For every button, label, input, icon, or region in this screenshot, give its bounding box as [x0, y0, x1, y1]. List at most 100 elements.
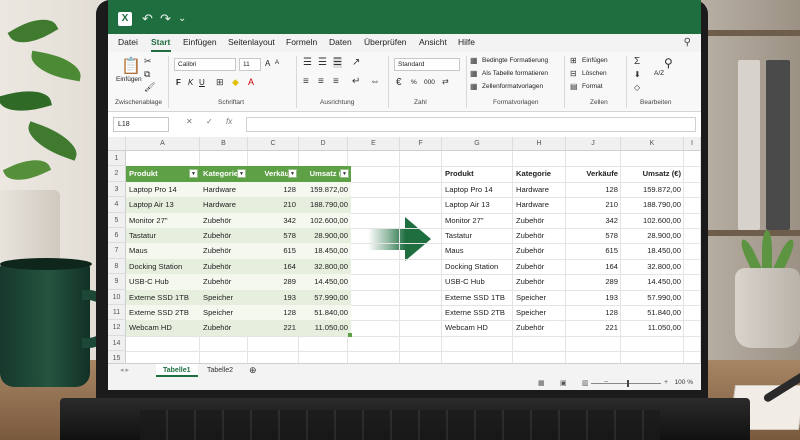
- copied-table-cell[interactable]: Externe SSD 2TB: [442, 305, 513, 320]
- table-cell[interactable]: 28.900,00: [299, 228, 351, 244]
- table-cell[interactable]: 164: [248, 258, 299, 275]
- select-all-corner[interactable]: [108, 137, 126, 151]
- paste-button[interactable]: Einfügen: [116, 76, 142, 83]
- column-header[interactable]: D: [299, 137, 348, 151]
- tab-datei[interactable]: Datei: [118, 37, 138, 47]
- sheet-tab-tabelle2[interactable]: Tabelle2: [200, 364, 240, 377]
- name-box[interactable]: L18: [113, 117, 169, 132]
- copied-table-cell[interactable]: Laptop Air 13: [442, 197, 513, 212]
- row-header[interactable]: 11: [108, 305, 126, 321]
- filter-dropdown-icon[interactable]: ▼: [340, 169, 349, 179]
- italic-button[interactable]: K: [188, 78, 193, 87]
- row-header[interactable]: 6: [108, 228, 126, 244]
- align-top-icon[interactable]: ☰: [303, 57, 312, 68]
- column-header[interactable]: I: [684, 137, 701, 151]
- format-as-table-icon[interactable]: ▦: [470, 69, 478, 78]
- underline-button[interactable]: U: [199, 78, 205, 87]
- row-header[interactable]: 8: [108, 258, 126, 275]
- column-header[interactable]: F: [400, 137, 442, 151]
- currency-icon[interactable]: €: [396, 77, 402, 88]
- paste-icon[interactable]: 📋: [121, 56, 141, 76]
- copied-table-cell[interactable]: Webcam HD: [442, 320, 513, 335]
- copied-table-cell[interactable]: 164: [566, 259, 621, 274]
- sort-filter-button[interactable]: A/Z: [654, 70, 664, 77]
- table-cell[interactable]: 342: [248, 212, 299, 228]
- copied-table-cell[interactable]: Externe SSD 1TB: [442, 290, 513, 305]
- tab-formeln[interactable]: Formeln: [286, 37, 317, 47]
- tab-ansicht[interactable]: Ansicht: [419, 37, 447, 47]
- row-header[interactable]: 5: [108, 212, 126, 228]
- cut-icon[interactable]: ✂: [144, 56, 152, 67]
- copied-table-cell[interactable]: Laptop Pro 14: [442, 182, 513, 197]
- function-icon[interactable]: fx: [226, 117, 232, 126]
- table-cell[interactable]: 11.050,00: [299, 320, 351, 336]
- cell-styles-button[interactable]: Zellenformatvorlagen: [482, 83, 543, 90]
- conditional-format-button[interactable]: Bedingte Formatierung: [482, 57, 548, 64]
- copied-table-cell[interactable]: 11.050,00: [621, 320, 684, 335]
- row-header[interactable]: 10: [108, 289, 126, 305]
- row-header[interactable]: 4: [108, 197, 126, 213]
- copied-table-cell[interactable]: Zubehör: [513, 228, 566, 243]
- sheet-tab-tabelle1[interactable]: Tabelle1: [156, 364, 198, 377]
- tab-ueberpruefen[interactable]: Überprüfen: [364, 37, 407, 47]
- copied-table-cell[interactable]: Hardware: [513, 182, 566, 197]
- copied-header-cell[interactable]: Verkäufe: [566, 166, 621, 181]
- table-cell[interactable]: 18.450,00: [299, 243, 351, 259]
- table-cell[interactable]: 128: [248, 181, 299, 198]
- copied-table-cell[interactable]: 342: [566, 213, 621, 228]
- row-header[interactable]: 9: [108, 274, 126, 290]
- format-painter-icon[interactable]: 🖌: [144, 82, 155, 93]
- table-cell[interactable]: Monitor 27": [126, 212, 200, 228]
- row-header[interactable]: 7: [108, 243, 126, 259]
- table-cell[interactable]: Zubehör: [200, 212, 248, 228]
- table-cell[interactable]: 57.990,00: [299, 289, 351, 305]
- decimal-icon[interactable]: ⇄: [442, 77, 449, 86]
- align-middle-icon[interactable]: ☰: [318, 57, 327, 68]
- tab-start[interactable]: Start: [151, 37, 170, 47]
- copied-header-cell[interactable]: Kategorie: [513, 166, 566, 181]
- copied-table-cell[interactable]: Zubehör: [513, 213, 566, 228]
- table-cell[interactable]: Zubehör: [200, 228, 248, 244]
- align-left-icon[interactable]: ≡: [303, 76, 309, 87]
- add-sheet-button[interactable]: ⊕: [242, 364, 264, 377]
- zoom-level[interactable]: 100 %: [675, 379, 693, 386]
- table-cell[interactable]: USB-C Hub: [126, 274, 200, 290]
- wrap-text-icon[interactable]: ↵: [352, 76, 360, 87]
- orientation-icon[interactable]: ↗: [352, 57, 360, 68]
- tab-einfuegen[interactable]: Einfügen: [183, 37, 217, 47]
- column-header[interactable]: E: [348, 137, 400, 151]
- copied-header-cell[interactable]: Produkt: [442, 166, 513, 181]
- tab-hilfe[interactable]: Hilfe: [458, 37, 475, 47]
- row-header[interactable]: 1: [108, 151, 126, 167]
- zoom-in-button[interactable]: +: [664, 379, 668, 386]
- copied-table-cell[interactable]: Hardware: [513, 197, 566, 212]
- table-cell[interactable]: Externe SSD 1TB: [126, 289, 200, 305]
- fill-icon[interactable]: ⬇: [634, 70, 641, 79]
- table-cell[interactable]: 221: [248, 320, 299, 336]
- copied-table-cell[interactable]: 51.840,00: [621, 305, 684, 320]
- font-size-select[interactable]: 11: [239, 58, 261, 71]
- table-cell[interactable]: Zubehör: [200, 320, 248, 336]
- copied-table-cell[interactable]: 193: [566, 290, 621, 305]
- column-header[interactable]: G: [442, 137, 513, 151]
- copied-table-cell[interactable]: 32.800,00: [621, 259, 684, 274]
- table-cell[interactable]: Speicher: [200, 305, 248, 321]
- copied-table-cell[interactable]: 188.790,00: [621, 197, 684, 212]
- table-cell[interactable]: Zubehör: [200, 274, 248, 290]
- column-header[interactable]: K: [621, 137, 684, 151]
- copied-table-cell[interactable]: 615: [566, 243, 621, 258]
- table-cell[interactable]: 51.840,00: [299, 305, 351, 321]
- table-cell[interactable]: Hardware: [200, 197, 248, 213]
- column-header[interactable]: A: [126, 137, 200, 151]
- clear-icon[interactable]: ◇: [634, 83, 640, 92]
- filter-dropdown-icon[interactable]: ▼: [237, 169, 246, 179]
- table-resize-handle[interactable]: [348, 332, 352, 337]
- copied-table-cell[interactable]: Tastatur: [442, 228, 513, 243]
- filter-dropdown-icon[interactable]: ▼: [288, 169, 297, 179]
- autosum-icon[interactable]: Σ: [634, 56, 640, 67]
- undo-icon[interactable]: ↶: [142, 11, 153, 27]
- table-cell[interactable]: 102.600,00: [299, 212, 351, 228]
- search-icon[interactable]: ⚲: [684, 37, 691, 48]
- copied-table-cell[interactable]: Zubehör: [513, 274, 566, 289]
- format-cells-icon[interactable]: ▤: [570, 82, 578, 91]
